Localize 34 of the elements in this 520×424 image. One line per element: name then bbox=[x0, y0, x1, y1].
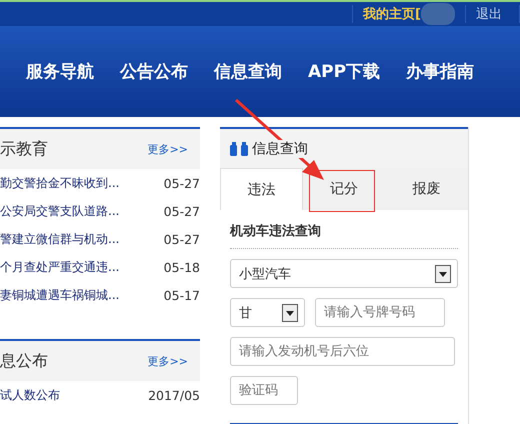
province-select[interactable]: 甘 bbox=[230, 298, 305, 327]
panel-title: 示教育 bbox=[0, 138, 48, 160]
nav-item[interactable]: 办事指南 bbox=[406, 60, 474, 83]
panel-title: 信息查询 bbox=[252, 140, 308, 158]
news-date: 05-27 bbox=[164, 232, 200, 246]
nav-item[interactable]: 公告公布 bbox=[120, 60, 188, 83]
news-link[interactable]: 试人数公布 bbox=[0, 386, 60, 404]
nav-item[interactable]: 信息查询 bbox=[214, 60, 282, 83]
plate-number-field[interactable]: 请输入号牌号码 bbox=[315, 298, 445, 327]
news-link[interactable]: 勤交警拾金不昧收到... bbox=[0, 174, 120, 192]
dropdown-icon bbox=[435, 264, 451, 282]
news-date: 2017/05 bbox=[148, 388, 200, 402]
news-date: 05-27 bbox=[164, 204, 200, 218]
logout-link[interactable]: 退出 bbox=[465, 5, 520, 23]
engine-number-field[interactable]: 请输入发动机号后六位 bbox=[230, 337, 455, 366]
dropdown-icon bbox=[282, 304, 298, 322]
captcha-field[interactable]: 验证码 bbox=[230, 376, 298, 405]
more-link[interactable]: 更多>> bbox=[148, 142, 188, 156]
news-link[interactable]: 公安局交警支队道路... bbox=[0, 202, 120, 220]
vehicle-type-select[interactable]: 小型汽车 bbox=[230, 259, 458, 288]
news-date: 05-17 bbox=[164, 288, 200, 302]
nav-item[interactable]: 服务导航 bbox=[26, 60, 94, 83]
binoculars-icon bbox=[230, 142, 248, 156]
panel-title: 息公布 bbox=[0, 350, 48, 372]
news-date: 05-27 bbox=[164, 176, 200, 190]
news-link[interactable]: 个月查处严重交通违... bbox=[0, 258, 120, 276]
nav-item[interactable]: APP下载 bbox=[308, 60, 380, 83]
form-title: 机动车违法查询 bbox=[230, 222, 322, 240]
more-link[interactable]: 更多>> bbox=[148, 354, 188, 368]
tab[interactable]: 违法 bbox=[220, 168, 303, 210]
news-link[interactable]: 妻铜城遭遇车祸铜城... bbox=[0, 286, 120, 304]
news-link[interactable]: 警建立微信群与机动... bbox=[0, 230, 120, 248]
news-date: 05-18 bbox=[164, 260, 200, 274]
blurred-area bbox=[421, 3, 455, 25]
